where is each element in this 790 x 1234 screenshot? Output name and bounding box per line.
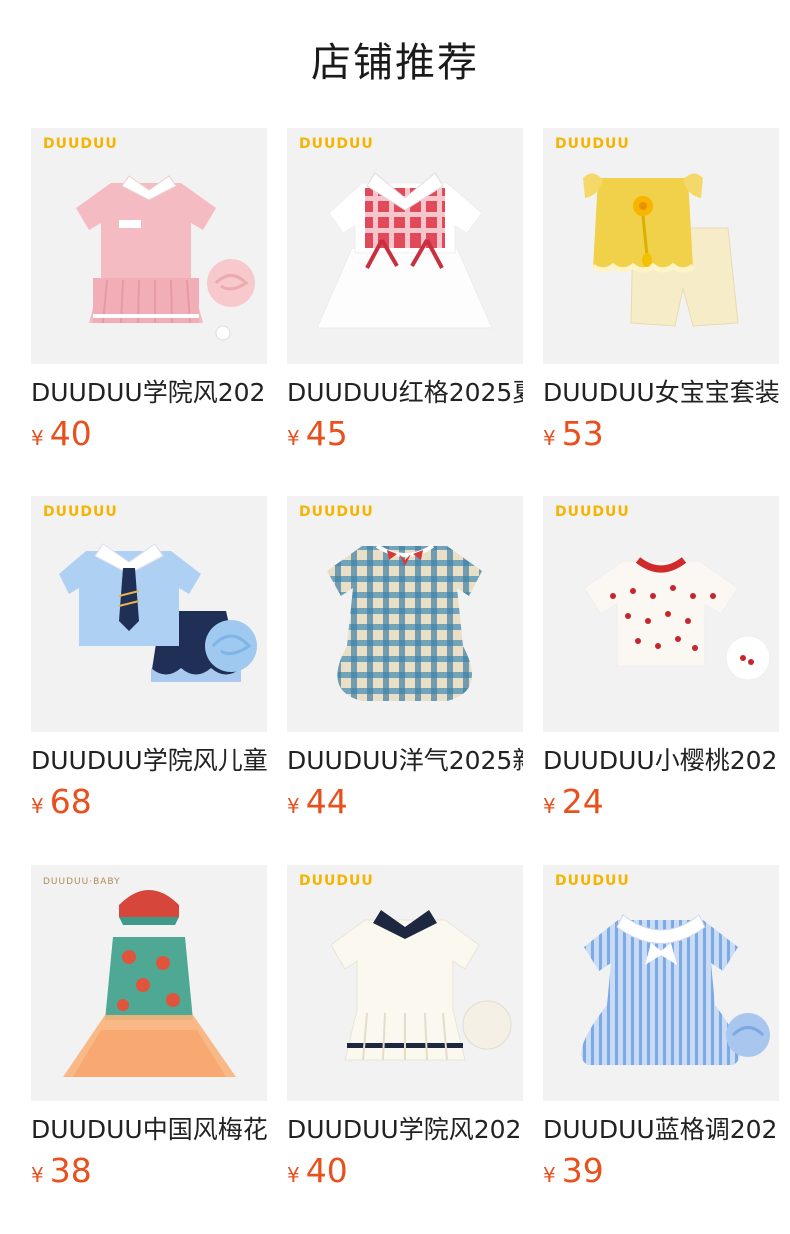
product-price: ¥40	[287, 1151, 348, 1191]
currency-symbol: ¥	[543, 794, 556, 818]
product-price: ¥38	[31, 1151, 92, 1191]
price-value: 45	[305, 414, 348, 453]
brand-logo: DUUDUU	[43, 136, 118, 152]
price-value: 40	[305, 1151, 348, 1190]
product-price: ¥39	[543, 1151, 604, 1191]
product-image[interactable]: DUUDUU	[543, 128, 779, 364]
brand-logo: DUUDUU	[555, 873, 630, 889]
product-card[interactable]: DUUDUU DUUDUU女宝宝套装 ¥53	[543, 128, 779, 458]
product-card[interactable]: DUUDUU DUUDUU学院风202 ¥40	[287, 865, 523, 1195]
currency-symbol: ¥	[543, 426, 556, 450]
product-card[interactable]: DUUDUU DUUDUU学院风202 ¥ 40	[31, 128, 267, 458]
product-card[interactable]: DUUDUU·BABY DUUDUU中国风梅花 ¥38	[31, 865, 267, 1195]
store-recommendations-page: 店铺推荐 DUUDUU DUUDUU学院风202 ¥ 40 DUUDUU DUU…	[0, 0, 790, 1234]
currency-symbol: ¥	[31, 426, 44, 450]
product-image[interactable]: DUUDUU	[287, 865, 523, 1101]
product-name[interactable]: DUUDUU洋气2025新	[287, 744, 523, 778]
product-name[interactable]: DUUDUU学院风202	[31, 376, 267, 410]
product-price: ¥53	[543, 414, 604, 454]
price-value: 38	[49, 1151, 92, 1190]
price-value: 24	[561, 782, 604, 821]
brand-logo: DUUDUU·BABY	[43, 877, 121, 887]
currency-symbol: ¥	[31, 794, 44, 818]
product-name[interactable]: DUUDUU蓝格调202	[543, 1113, 779, 1147]
product-price: ¥40	[31, 414, 92, 454]
product-card[interactable]: DUUDUU DUUDUU洋气2025新 ¥ 44	[287, 496, 523, 826]
product-name[interactable]: DUUDUU中国风梅花	[31, 1113, 267, 1147]
brand-logo: DUUDUU	[43, 504, 118, 520]
currency-symbol: ¥	[287, 426, 300, 450]
brand-logo: DUUDUU	[555, 504, 630, 520]
product-card[interactable]: DUUDUU DUUDUU小樱桃202 ¥24	[543, 496, 779, 826]
currency-symbol: ¥	[287, 794, 300, 818]
product-name[interactable]: DUUDUU红格2025夏	[287, 376, 523, 410]
currency-symbol: ¥	[31, 1163, 44, 1187]
product-price: ¥44	[287, 782, 348, 822]
page-title: 店铺推荐	[311, 40, 479, 86]
product-image[interactable]: DUUDUU	[31, 128, 267, 364]
price-value: 53	[561, 414, 604, 453]
product-image[interactable]: DUUDUU·BABY	[31, 865, 267, 1101]
brand-logo: DUUDUU	[299, 136, 374, 152]
brand-logo: DUUDUU	[299, 873, 374, 889]
currency-symbol: ¥	[287, 1163, 300, 1187]
product-name[interactable]: DUUDUU学院风儿童	[31, 744, 267, 778]
product-image[interactable]: DUUDUU	[543, 865, 779, 1101]
price-value: 40	[49, 414, 92, 453]
product-image[interactable]: DUUDUU	[31, 496, 267, 732]
product-card[interactable]: DUUDUU DUUDUU红格2025夏 ¥45	[287, 128, 523, 458]
product-price: ¥24	[543, 782, 604, 822]
product-image[interactable]: DUUDUU	[287, 496, 523, 732]
brand-logo: DUUDUU	[555, 136, 630, 152]
product-image[interactable]: DUUDUU	[543, 496, 779, 732]
product-price: ¥45	[287, 414, 348, 454]
product-price: ¥68	[31, 782, 92, 822]
product-card[interactable]: DUUDUU DUUDUU学院风儿童 ¥68	[31, 496, 267, 826]
product-name[interactable]: DUUDUU学院风202	[287, 1113, 523, 1147]
brand-logo: DUUDUU	[299, 504, 374, 520]
currency-symbol: ¥	[543, 1163, 556, 1187]
price-value: 44	[305, 782, 348, 821]
product-card[interactable]: DUUDUU DUUDUU蓝格调202 ¥ 39	[543, 865, 779, 1195]
price-value: 39	[561, 1151, 604, 1190]
product-image[interactable]: DUUDUU	[287, 128, 523, 364]
price-value: 68	[49, 782, 92, 821]
product-name[interactable]: DUUDUU小樱桃202	[543, 744, 779, 778]
product-name[interactable]: DUUDUU女宝宝套装	[543, 376, 779, 410]
